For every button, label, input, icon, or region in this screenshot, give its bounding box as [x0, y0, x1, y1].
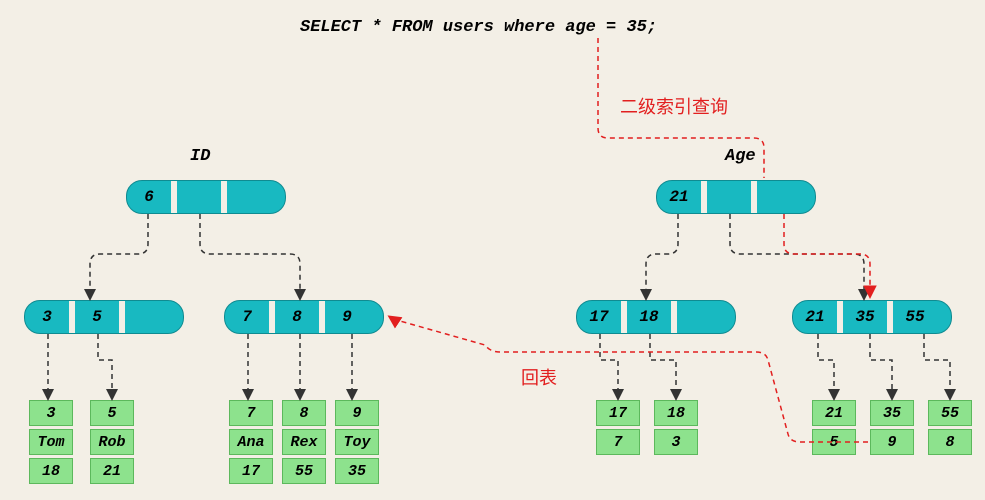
age-leaf: 55 8	[928, 400, 972, 455]
id-child-right: 7 8 9	[224, 300, 384, 334]
leaf-name: Rob	[90, 429, 134, 455]
node-key: 21	[657, 181, 701, 213]
node-key	[125, 301, 169, 333]
age-root-node: 21	[656, 180, 816, 214]
sql-statement: SELECT * FROM users where age = 35;	[300, 18, 657, 37]
leaf-key: 21	[812, 400, 856, 426]
node-key	[677, 301, 721, 333]
id-leaf: 7 Ana 17	[229, 400, 273, 484]
leaf-val: 55	[282, 458, 326, 484]
age-leaf: 17 7	[596, 400, 640, 455]
node-key: 18	[627, 301, 671, 333]
node-key: 8	[275, 301, 319, 333]
node-key: 35	[843, 301, 887, 333]
leaf-val: 17	[229, 458, 273, 484]
leaf-val: 18	[29, 458, 73, 484]
node-key	[177, 181, 221, 213]
leaf-key: 35	[870, 400, 914, 426]
leaf-name: Rex	[282, 429, 326, 455]
node-key	[227, 181, 271, 213]
age-leaf: 21 5	[812, 400, 856, 455]
leaf-key: 7	[229, 400, 273, 426]
node-key: 21	[793, 301, 837, 333]
leaf-name: Toy	[335, 429, 379, 455]
leaf-key: 8	[282, 400, 326, 426]
leaf-key: 17	[596, 400, 640, 426]
node-key: 5	[75, 301, 119, 333]
age-leaf: 18 3	[654, 400, 698, 455]
id-child-left: 3 5	[24, 300, 184, 334]
leaf-key: 9	[335, 400, 379, 426]
leaf-name: Tom	[29, 429, 73, 455]
age-tree-label: Age	[725, 147, 756, 166]
leaf-val: 7	[596, 429, 640, 455]
leaf-val: 8	[928, 429, 972, 455]
annotation-back-to-table: 回表	[521, 364, 557, 390]
id-tree-label: ID	[190, 147, 210, 166]
leaf-key: 3	[29, 400, 73, 426]
id-root-node: 6	[126, 180, 286, 214]
leaf-key: 18	[654, 400, 698, 426]
node-key: 7	[225, 301, 269, 333]
id-leaf: 3 Tom 18	[29, 400, 73, 484]
node-key: 55	[893, 301, 937, 333]
leaf-key: 5	[90, 400, 134, 426]
leaf-val: 21	[90, 458, 134, 484]
age-child-left: 17 18	[576, 300, 736, 334]
node-key	[757, 181, 801, 213]
node-key: 6	[127, 181, 171, 213]
leaf-key: 55	[928, 400, 972, 426]
node-key: 9	[325, 301, 369, 333]
leaf-val: 9	[870, 429, 914, 455]
annotation-secondary-index: 二级索引查询	[620, 93, 728, 119]
node-key: 3	[25, 301, 69, 333]
id-leaf: 5 Rob 21	[90, 400, 134, 484]
age-leaf: 35 9	[870, 400, 914, 455]
node-key: 17	[577, 301, 621, 333]
age-child-right: 21 35 55	[792, 300, 952, 334]
leaf-val: 35	[335, 458, 379, 484]
node-key	[707, 181, 751, 213]
leaf-val: 5	[812, 429, 856, 455]
id-leaf: 9 Toy 35	[335, 400, 379, 484]
leaf-name: Ana	[229, 429, 273, 455]
id-leaf: 8 Rex 55	[282, 400, 326, 484]
leaf-val: 3	[654, 429, 698, 455]
